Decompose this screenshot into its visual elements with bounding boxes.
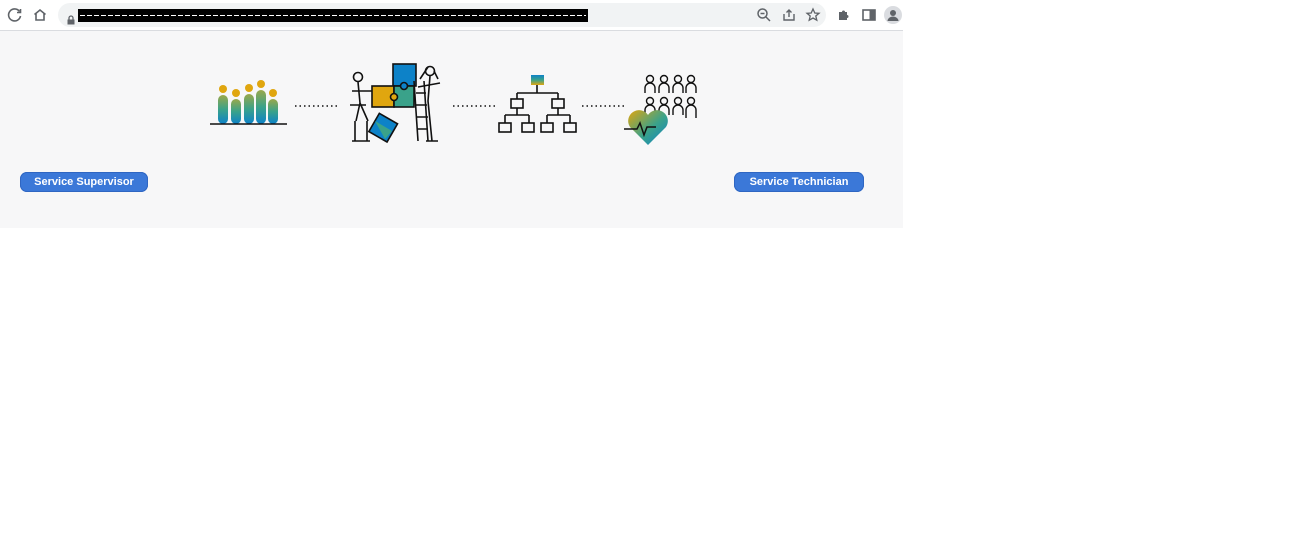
- address-bar[interactable]: [58, 3, 826, 27]
- profile-avatar-icon[interactable]: [884, 6, 902, 24]
- bookmark-star-icon[interactable]: [804, 6, 822, 24]
- reload-icon[interactable]: [6, 6, 24, 24]
- home-icon[interactable]: [31, 6, 49, 24]
- workforce-health-illustration: [624, 74, 697, 145]
- share-icon[interactable]: [780, 6, 798, 24]
- redacted-url: [78, 9, 588, 22]
- service-supervisor-button[interactable]: Service Supervisor: [20, 172, 148, 192]
- browser-window: Service Supervisor Service Technician: [0, 0, 903, 228]
- side-panel-icon[interactable]: [860, 6, 878, 24]
- people-bars-illustration: [210, 80, 287, 125]
- process-illustration: [210, 63, 697, 145]
- browser-toolbar: [0, 0, 903, 31]
- service-technician-button[interactable]: Service Technician: [734, 172, 864, 192]
- org-chart-illustration: [498, 75, 577, 133]
- page-content: Service Supervisor Service Technician: [0, 31, 903, 228]
- lock-icon: [66, 10, 76, 25]
- extensions-icon[interactable]: [835, 6, 853, 24]
- puzzle-team-illustration: [350, 63, 441, 144]
- zoom-icon[interactable]: [755, 6, 773, 24]
